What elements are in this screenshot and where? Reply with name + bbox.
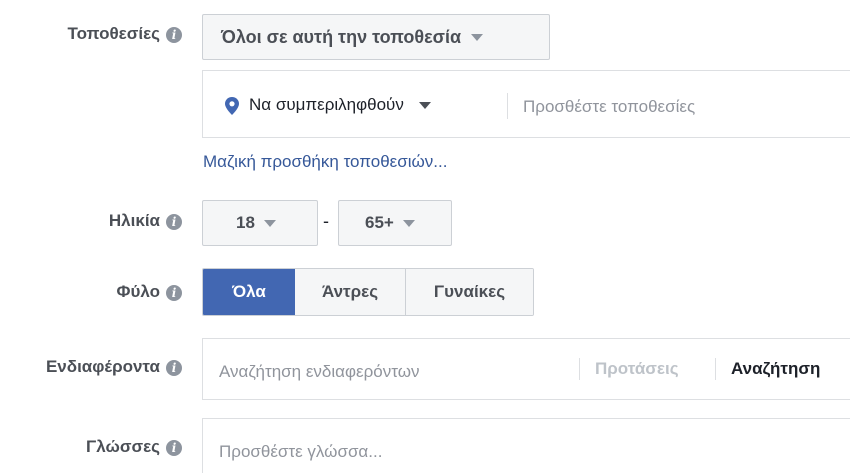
age-range-separator: - [323, 211, 329, 231]
interests-info-icon[interactable]: i [166, 360, 182, 376]
interests-search-input[interactable]: Αναζήτηση ενδιαφερόντων [219, 362, 419, 382]
chevron-down-icon [418, 102, 431, 110]
locations-info-icon[interactable]: i [166, 27, 182, 43]
include-dropdown-label: Να συμπεριληφθούν [249, 95, 404, 114]
languages-info-icon[interactable]: i [166, 440, 182, 456]
input-divider [507, 93, 508, 119]
locations-label: Τοποθεσίες [67, 24, 160, 43]
age-label: Ηλικία [108, 211, 160, 230]
gender-option-women[interactable]: Γυναίκες [406, 269, 533, 315]
chevron-down-icon [471, 33, 484, 41]
age-min-value: 18 [236, 213, 255, 232]
interests-label: Ενδιαφέροντα [45, 357, 160, 376]
gender-option-all[interactable]: Όλα [203, 269, 295, 315]
gender-label: Φύλο [116, 282, 160, 301]
gender-option-women-label: Γυναίκες [433, 282, 506, 301]
age-max-dropdown[interactable]: 65+ [338, 200, 452, 246]
audience-targeting-form: Τοποθεσίες i Όλοι σε αυτή την τοποθεσία … [0, 0, 850, 473]
add-language-input[interactable]: Προσθέστε γλώσσα... [219, 442, 382, 462]
gender-segmented-control: Όλα Άντρες Γυναίκες [202, 268, 534, 316]
locations-input-box[interactable]: Να συμπεριληφθούν Προσθέστε τοποθεσίες [202, 70, 850, 138]
interests-divider [715, 358, 716, 380]
age-max-value: 65+ [365, 213, 394, 232]
chevron-down-icon [402, 219, 415, 227]
age-info-icon[interactable]: i [166, 214, 182, 230]
gender-option-men-label: Άντρες [321, 282, 379, 301]
age-min-dropdown[interactable]: 18 [202, 200, 318, 246]
browse-button[interactable]: Αναζήτηση [731, 359, 820, 379]
interests-input-box[interactable]: Αναζήτηση ενδιαφερόντων Προτάσεις Αναζήτ… [202, 338, 850, 400]
location-audience-dropdown[interactable]: Όλοι σε αυτή την τοποθεσία [202, 14, 550, 60]
location-pin-icon [225, 97, 239, 115]
gender-info-icon[interactable]: i [166, 285, 182, 301]
location-audience-dropdown-label: Όλοι σε αυτή την τοποθεσία [221, 26, 462, 47]
gender-option-all-label: Όλα [232, 282, 266, 301]
add-locations-input[interactable]: Προσθέστε τοποθεσίες [523, 97, 695, 117]
chevron-down-icon [263, 219, 276, 227]
bulk-add-locations-link[interactable]: Μαζική προσθήκη τοποθεσιών... [203, 152, 447, 172]
suggestions-button[interactable]: Προτάσεις [595, 359, 679, 379]
languages-label: Γλώσσες [86, 437, 160, 456]
gender-option-men[interactable]: Άντρες [295, 269, 406, 315]
include-dropdown[interactable]: Να συμπεριληφθούν [249, 95, 431, 115]
languages-input-box[interactable]: Προσθέστε γλώσσα... [202, 418, 850, 473]
interests-divider [579, 358, 580, 380]
